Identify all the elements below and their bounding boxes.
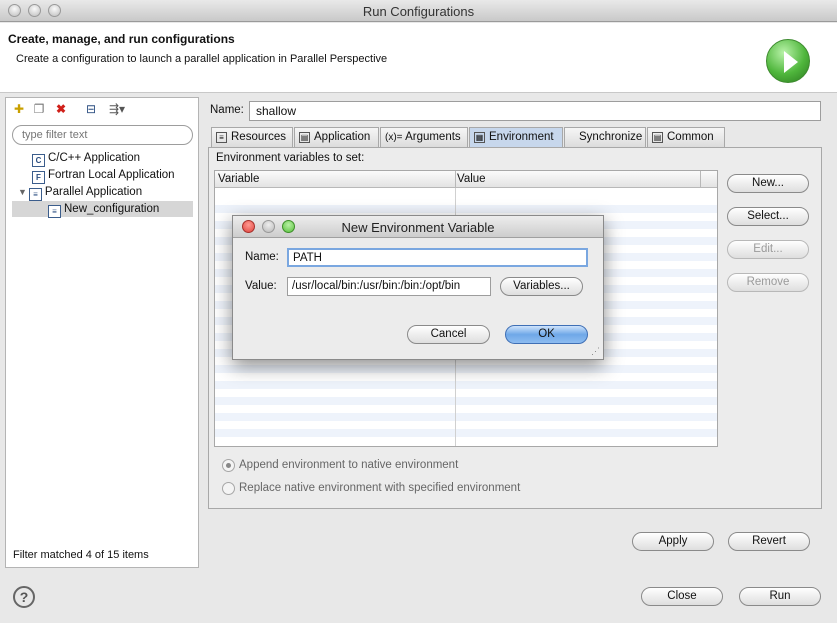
parallel-config-icon: ≡: [48, 205, 61, 218]
dialog-value-label: Value:: [245, 280, 277, 292]
append-env-radio[interactable]: [222, 459, 235, 472]
window-title: Run Configurations: [362, 4, 475, 19]
window-title-bar: Run Configurations: [0, 0, 837, 22]
arguments-icon: (x)=: [385, 132, 403, 143]
apply-button[interactable]: Apply: [632, 532, 714, 551]
parallel-app-icon: ≡: [28, 188, 42, 201]
variables-button[interactable]: Variables...: [500, 277, 583, 296]
new-env-button[interactable]: New...: [727, 174, 809, 193]
dialog-title-bar: New Environment Variable: [233, 216, 603, 238]
tree-item-fortran-app[interactable]: F Fortran Local Application: [32, 167, 175, 184]
config-name-label: Name:: [210, 104, 244, 116]
dialog-name-label: Name:: [245, 251, 279, 263]
dialog-cancel-button[interactable]: Cancel: [407, 325, 490, 344]
c-app-icon: C: [32, 154, 45, 167]
tab-environment[interactable]: ▦ Environment: [469, 127, 563, 147]
common-icon: ▤: [652, 132, 663, 143]
tab-resources[interactable]: ≡ Resources: [211, 127, 293, 147]
environment-icon: ▦: [474, 132, 485, 143]
edit-env-button[interactable]: Edit...: [727, 240, 809, 259]
dialog-value-input[interactable]: /usr/local/bin:/usr/bin:/bin:/opt/bin: [287, 277, 491, 296]
delete-config-icon[interactable]: ✖: [54, 102, 68, 116]
column-value[interactable]: Value: [457, 173, 486, 185]
expand-triangle-icon[interactable]: ▼: [18, 187, 27, 197]
tab-application[interactable]: ▤ Application: [294, 127, 379, 147]
column-variable[interactable]: Variable: [218, 173, 259, 185]
tree-item-new-configuration[interactable]: ≡ New_configuration: [12, 201, 193, 218]
table-header: Variable Value: [215, 171, 717, 188]
replace-env-radio[interactable]: [222, 482, 235, 495]
duplicate-config-icon[interactable]: ❐: [32, 102, 46, 116]
run-button[interactable]: Run: [739, 587, 821, 606]
replace-env-label: Replace native environment with specifie…: [239, 482, 521, 494]
dialog-ok-button[interactable]: OK: [505, 325, 588, 344]
tree-item-c-app[interactable]: C C/C++ Application: [32, 150, 140, 167]
config-name-input[interactable]: shallow: [249, 101, 821, 121]
resize-grip-icon[interactable]: ⋰: [591, 346, 600, 357]
header-title: Create, manage, and run configurations: [8, 32, 235, 46]
close-button[interactable]: Close: [641, 587, 723, 606]
header-subtitle: Create a configuration to launch a paral…: [16, 53, 388, 65]
application-icon: ▤: [299, 132, 310, 143]
tab-synchronize[interactable]: Synchronize: [564, 127, 646, 147]
remove-env-button[interactable]: Remove: [727, 273, 809, 292]
revert-button[interactable]: Revert: [728, 532, 810, 551]
filter-status: Filter matched 4 of 15 items: [13, 549, 149, 561]
new-config-icon[interactable]: ✚: [12, 102, 26, 116]
help-icon[interactable]: ?: [13, 586, 35, 608]
filter-input[interactable]: [12, 125, 193, 145]
append-env-label: Append environment to native environment: [239, 459, 459, 471]
configuration-tree-panel: ✚ ❐ ✖ ⊟ ⇶▾ CC/C++ Application FFortran L…: [5, 97, 199, 568]
dialog-title: New Environment Variable: [341, 220, 495, 235]
run-banner-icon: [766, 39, 810, 83]
tab-arguments[interactable]: (x)= Arguments: [380, 127, 468, 147]
filter-menu-icon[interactable]: ⇶▾: [104, 102, 130, 116]
tab-common[interactable]: ▤ Common: [647, 127, 725, 147]
config-tabs: ≡ Resources ▤ Application (x)= Arguments ▦…: [208, 127, 822, 149]
select-env-button[interactable]: Select...: [727, 207, 809, 226]
resources-icon: ≡: [216, 132, 227, 143]
tree-item-parallel-app[interactable]: ▼ ≡ Parallel Application: [18, 184, 142, 201]
dialog-header: Create, manage, and run configurations C…: [0, 23, 837, 93]
env-vars-label: Environment variables to set:: [216, 152, 365, 164]
new-env-variable-dialog: New Environment Variable Name: PATH Valu…: [232, 215, 604, 360]
fortran-app-icon: F: [32, 171, 45, 184]
collapse-all-icon[interactable]: ⊟: [84, 102, 98, 116]
dialog-name-input[interactable]: PATH: [287, 248, 588, 267]
